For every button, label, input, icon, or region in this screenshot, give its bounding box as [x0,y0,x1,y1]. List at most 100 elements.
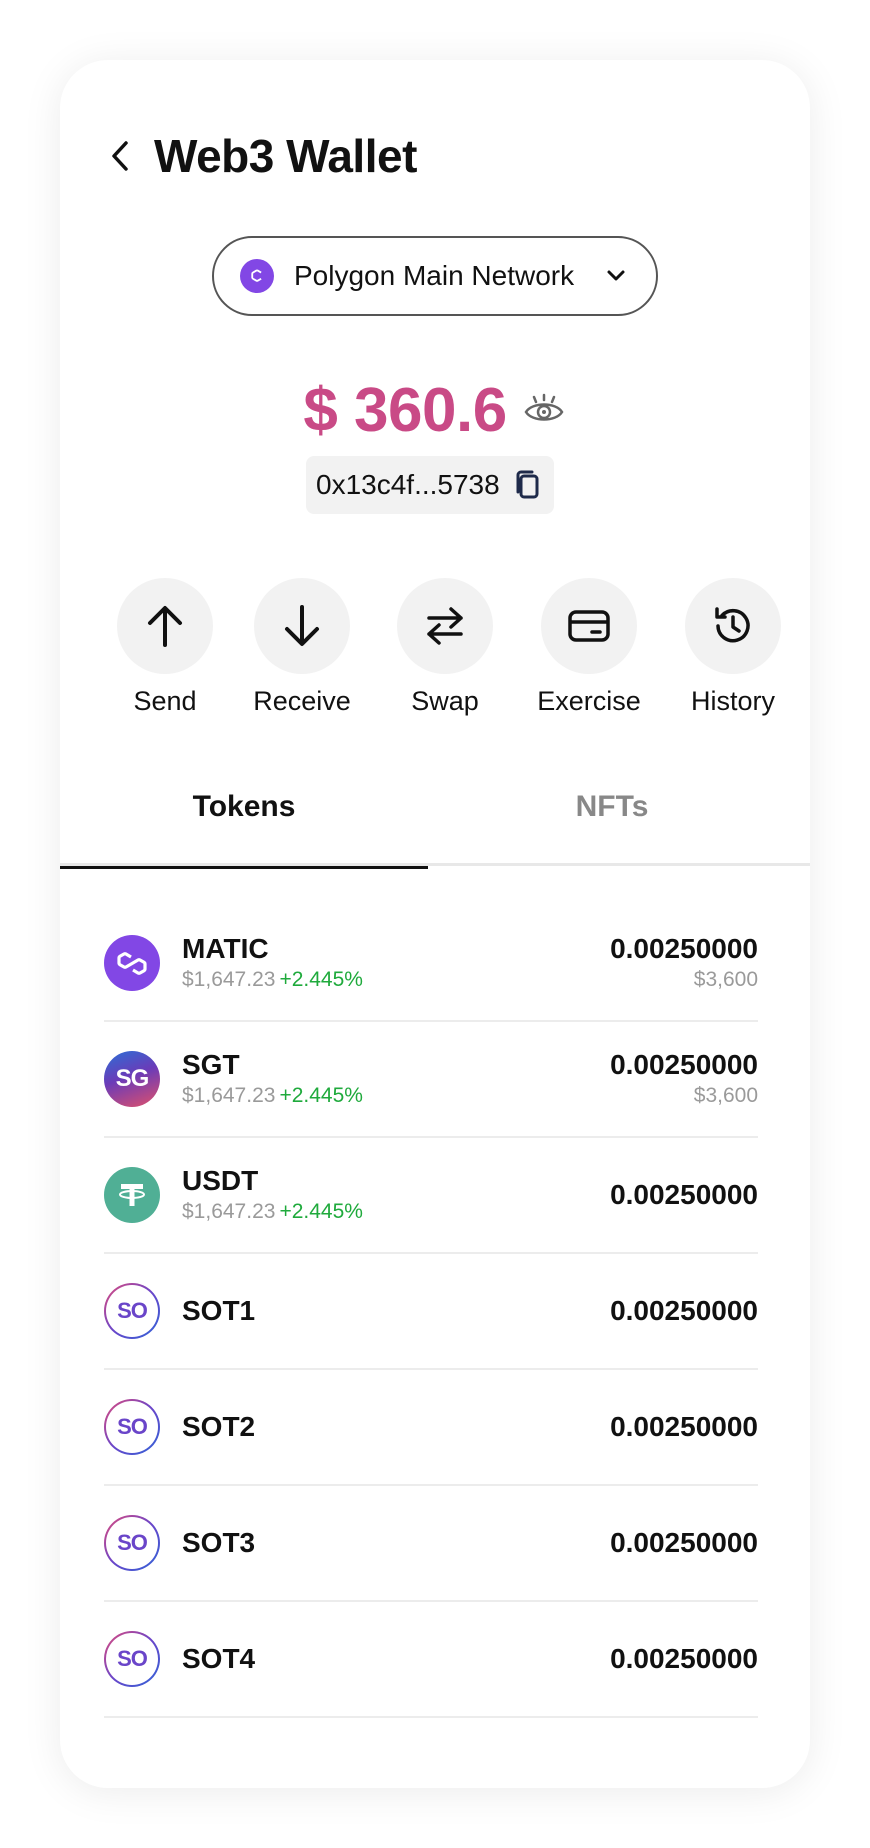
history-button[interactable]: History [658,578,808,717]
token-row-matic[interactable]: MATIC $1,647.23 +2.445% 0.00250000 $3,600 [104,906,758,1022]
wallet-address: 0x13c4f...5738 [306,456,554,514]
toggle-visibility-button[interactable] [521,387,567,433]
so-logo-icon: SO [104,1283,160,1339]
token-symbol: SGT [182,1049,240,1080]
wallet-card: Web3 Wallet Polygon Main Network $ 360.6 [60,60,810,1788]
token-symbol: MATIC [182,933,269,964]
copy-address-button[interactable] [510,468,544,502]
token-price: $1,647.23 [182,968,276,991]
token-balance: 0.00250000 [610,1526,758,1560]
page: Web3 Wallet Polygon Main Network $ 360.6 [0,0,870,1848]
token-balance: 0.00250000 [610,1294,758,1328]
copy-icon [516,470,539,499]
so-logo-text: SO [117,1646,148,1671]
so-logo-icon: SO [104,1399,160,1455]
swap-label: Swap [411,686,479,716]
total-balance: $ 360.6 [303,375,507,445]
token-info: SGT $1,647.23 +2.445% [182,1048,610,1110]
so-logo-text: SO [117,1298,148,1323]
eye-icon [524,393,564,421]
send-circle [117,578,213,674]
token-balance: 0.00250000 $3,600 [610,1048,758,1110]
asset-tabs: Tokens NFTs [60,780,810,869]
token-balance: 0.00250000 [610,1410,758,1444]
token-info: SOT4 [182,1642,610,1676]
matic-logo-icon [104,935,160,991]
token-change: +2.445% [279,968,363,991]
exercise-circle [541,578,637,674]
card-icon [568,610,610,642]
swap-icon [427,607,463,645]
header: Web3 Wallet [100,126,417,186]
chevron-down-icon [604,264,628,288]
token-info: MATIC $1,647.23 +2.445% [182,932,610,994]
history-label: History [690,686,775,716]
swap-circle [397,578,493,674]
polygon-logo-icon [240,259,274,293]
send-label: Send [133,686,197,716]
token-change: +2.445% [279,1200,363,1223]
receive-button[interactable]: Receive [227,578,377,717]
back-button[interactable] [100,132,140,180]
token-row-sot2[interactable]: SO SOT2 0.00250000 [104,1370,758,1486]
page-title: Web3 Wallet [154,130,417,182]
token-list: MATIC $1,647.23 +2.445% 0.00250000 $3,600… [104,906,758,1718]
token-symbol: SOT2 [182,1411,256,1442]
history-icon [715,607,750,643]
arrow-down-icon [285,605,319,646]
token-symbol: SOT3 [182,1527,256,1558]
token-row-sot4[interactable]: SO SOT4 0.00250000 [104,1602,758,1718]
token-amount: 0.00250000 [610,933,758,964]
send-button[interactable]: Send [90,578,240,717]
token-info: SOT1 [182,1294,610,1328]
token-change: +2.445% [279,1084,363,1107]
token-row-usdt[interactable]: USDT $1,647.23 +2.445% 0.00250000 [104,1138,758,1254]
token-symbol: SOT1 [182,1295,256,1326]
token-info: SOT2 [182,1410,610,1444]
action-bar: Send Receive Swap Exercise History [60,578,810,728]
receive-label: Receive [253,686,351,716]
so-logo-text: SO [117,1414,148,1439]
tab-nfts[interactable]: NFTs [428,780,796,866]
token-price-line: $1,647.23 +2.445% [182,1198,610,1226]
token-balance: 0.00250000 [610,1178,758,1212]
exercise-button[interactable]: Exercise [514,578,664,717]
token-price: $1,647.23 [182,1084,276,1107]
receive-circle [254,578,350,674]
arrow-up-icon [148,606,182,647]
token-amount: 0.00250000 [610,1411,758,1442]
network-selector[interactable]: Polygon Main Network [212,236,658,316]
token-value: $3,600 [693,968,758,991]
swap-button[interactable]: Swap [370,578,520,717]
sgt-logo-icon: SG [104,1051,160,1107]
sgt-logo-text: SG [115,1065,150,1092]
chevron-left-icon [112,141,128,171]
balance-row: $ 360.6 [60,370,810,450]
token-info: USDT $1,647.23 +2.445% [182,1164,610,1226]
so-logo-text: SO [117,1530,148,1555]
token-amount: 0.00250000 [610,1049,758,1080]
usdt-logo-icon [104,1167,160,1223]
token-balance: 0.00250000 [610,1642,758,1676]
token-price: $1,647.23 [182,1200,276,1223]
token-amount: 0.00250000 [610,1295,758,1326]
token-amount: 0.00250000 [610,1643,758,1674]
token-balance: 0.00250000 $3,600 [610,932,758,994]
so-logo-icon: SO [104,1515,160,1571]
history-circle [685,578,781,674]
tab-tokens[interactable]: Tokens [60,780,428,869]
token-price-line: $1,647.23 +2.445% [182,1082,610,1110]
token-amount: 0.00250000 [610,1527,758,1558]
token-row-sot1[interactable]: SO SOT1 0.00250000 [104,1254,758,1370]
network-label: Polygon Main Network [294,260,575,291]
token-row-sot3[interactable]: SO SOT3 0.00250000 [104,1486,758,1602]
token-price-line: $1,647.23 +2.445% [182,966,610,994]
token-symbol: SOT4 [182,1643,256,1674]
exercise-label: Exercise [537,686,641,716]
token-info: SOT3 [182,1526,610,1560]
token-amount: 0.00250000 [610,1179,758,1210]
token-row-sgt[interactable]: SG SGT $1,647.23 +2.445% 0.00250000 $3,60… [104,1022,758,1138]
so-logo-icon: SO [104,1631,160,1687]
token-value: $3,600 [693,1084,758,1107]
token-symbol: USDT [182,1165,259,1196]
